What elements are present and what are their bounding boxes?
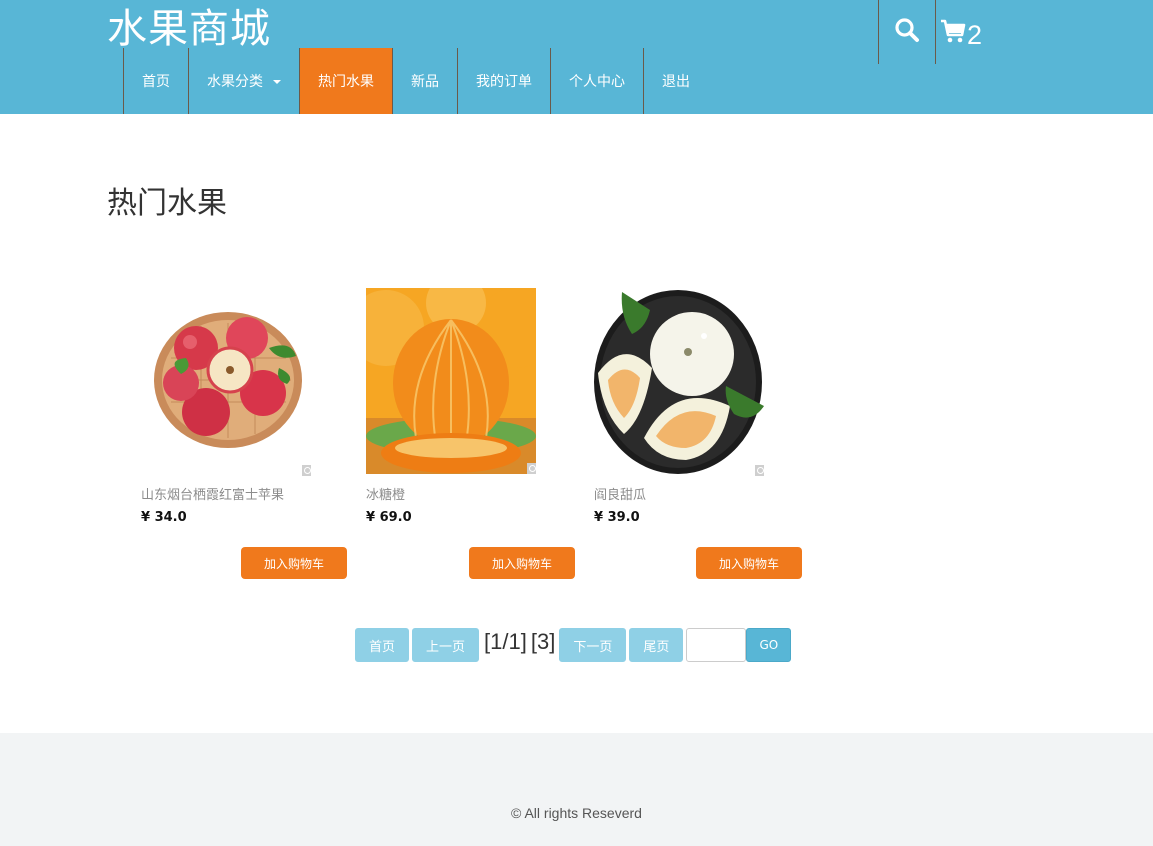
page-title: 热门水果 [107, 186, 227, 221]
copyright-text: © All rights Reseverd [511, 805, 642, 821]
site-logo[interactable]: 水果商城 [107, 4, 271, 54]
search-button[interactable] [879, 0, 935, 64]
product-name[interactable]: 阎良甜瓜 [594, 484, 646, 503]
product-card: 山东烟台栖霞红富士苹果 ¥ 34.0 加入购物车 [141, 288, 351, 580]
shopping-cart-icon [940, 18, 966, 48]
first-page-button[interactable]: 首页 [355, 628, 410, 662]
next-page-button[interactable]: 下一页 [559, 628, 627, 662]
product-card: 阎良甜瓜 ¥ 39.0 加入购物车 [594, 288, 804, 580]
product-price: ¥ 34.0 [141, 510, 187, 525]
nav-item-label: 我的订单 [476, 74, 532, 90]
nav-item-label: 新品 [411, 74, 439, 90]
zoom-icon[interactable] [302, 465, 311, 476]
site-header: 水果商城 2 首页 水果分类 热门水果 新品 我的订单 个人中心 退出 [0, 0, 1153, 114]
product-name[interactable]: 山东烟台栖霞红富士苹果 [141, 484, 284, 503]
nav-item-categories[interactable]: 水果分类 [188, 48, 299, 114]
product-card: 冰糖橙 ¥ 69.0 加入购物车 [366, 288, 576, 580]
product-image-melon[interactable] [594, 288, 764, 476]
main-nav: 首页 水果分类 热门水果 新品 我的订单 个人中心 退出 [123, 48, 708, 114]
add-to-cart-button[interactable]: 加入购物车 [241, 547, 347, 579]
site-footer: © All rights Reseverd [0, 733, 1153, 846]
page-info: [1/1] [484, 629, 527, 654]
zoom-icon[interactable] [527, 463, 536, 474]
nav-item-label: 水果分类 [207, 74, 263, 90]
page-number-input[interactable] [686, 628, 747, 662]
product-image-orange[interactable] [366, 288, 536, 474]
add-to-cart-button[interactable]: 加入购物车 [469, 547, 575, 579]
nav-item-profile[interactable]: 个人中心 [550, 48, 643, 114]
caret-down-icon [273, 80, 281, 84]
nav-item-my-orders[interactable]: 我的订单 [457, 48, 550, 114]
nav-item-logout[interactable]: 退出 [643, 48, 708, 114]
nav-item-label: 退出 [662, 74, 690, 90]
cart-count-badge: 2 [967, 19, 983, 50]
product-price: ¥ 39.0 [594, 510, 640, 525]
header-divider [935, 0, 936, 64]
nav-item-home[interactable]: 首页 [123, 48, 188, 114]
product-name[interactable]: 冰糖橙 [366, 484, 405, 503]
last-page-button[interactable]: 尾页 [629, 628, 684, 662]
search-icon [894, 17, 920, 47]
nav-item-label: 首页 [142, 74, 170, 90]
prev-page-button[interactable]: 上一页 [412, 628, 480, 662]
go-button[interactable]: GO [746, 628, 792, 662]
product-price: ¥ 69.0 [366, 510, 412, 525]
add-to-cart-button[interactable]: 加入购物车 [696, 547, 802, 579]
zoom-icon[interactable] [755, 465, 764, 476]
cart-button[interactable]: 2 [940, 10, 982, 56]
total-count: [3] [530, 629, 556, 654]
product-image-apple[interactable] [141, 288, 311, 476]
nav-item-new[interactable]: 新品 [392, 48, 457, 114]
nav-item-label: 热门水果 [318, 74, 374, 90]
nav-item-label: 个人中心 [569, 74, 625, 90]
nav-item-hot-fruits[interactable]: 热门水果 [299, 48, 392, 114]
pagination: 首页 上一页 [1/1] [3] 下一页 尾页 GO [355, 628, 792, 662]
